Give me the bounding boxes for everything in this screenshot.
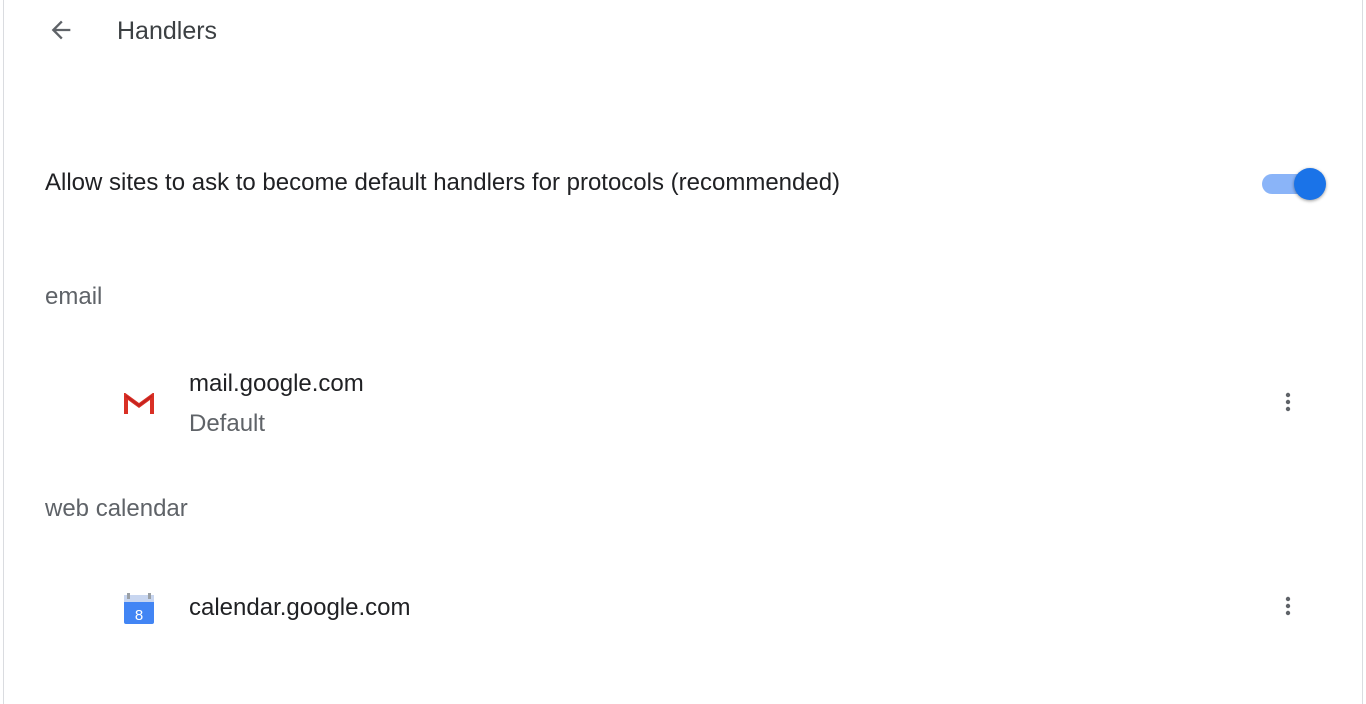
allow-handlers-label: Allow sites to ask to become default han… — [45, 169, 841, 196]
handler-site: mail.google.com — [189, 370, 364, 397]
page-header: Handlers — [4, 0, 1362, 64]
arrow-back-icon — [47, 16, 75, 49]
section-heading-web-calendar: web calendar — [45, 495, 188, 522]
handler-site: calendar.google.com — [189, 594, 411, 621]
calendar-day: 8 — [135, 607, 143, 624]
handler-row: mail.google.com Default — [4, 364, 1362, 444]
more-actions-button[interactable] — [1268, 384, 1308, 424]
page-title: Handlers — [117, 17, 218, 45]
more-actions-button[interactable] — [1268, 588, 1308, 628]
gmail-icon — [123, 388, 155, 420]
settings-card: Handlers Allow sites to ask to become de… — [3, 0, 1363, 704]
more-vert-icon — [1276, 390, 1300, 419]
more-vert-icon — [1276, 594, 1300, 623]
handler-status: Default — [189, 410, 266, 437]
allow-handlers-setting: Allow sites to ask to become default han… — [4, 152, 1362, 216]
google-calendar-icon: 8 — [123, 592, 155, 624]
allow-handlers-toggle[interactable] — [1262, 168, 1326, 200]
handler-row: 8 calendar.google.com — [4, 568, 1362, 648]
toggle-knob — [1294, 168, 1326, 200]
section-heading-email: email — [45, 283, 103, 310]
back-button[interactable] — [41, 12, 81, 52]
